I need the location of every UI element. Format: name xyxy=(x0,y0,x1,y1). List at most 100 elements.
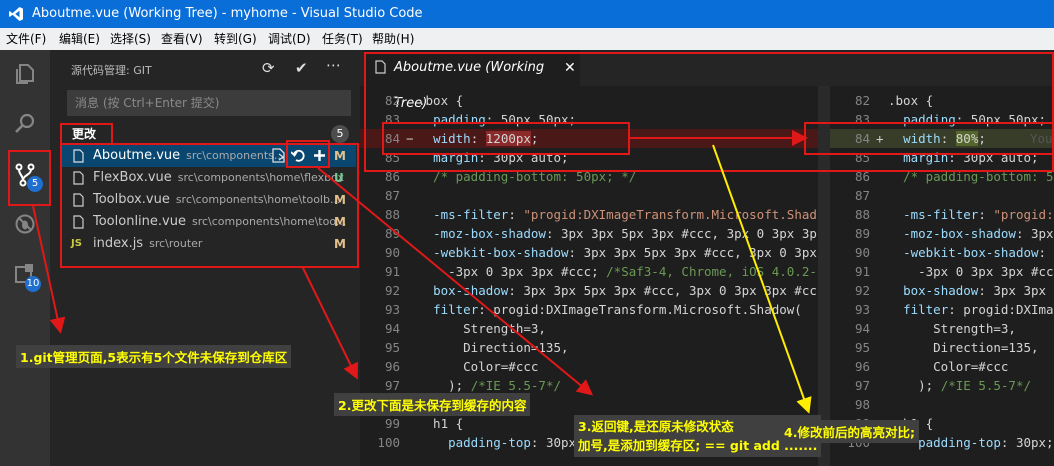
code-line[interactable]: 94 Strength=3, xyxy=(360,319,818,338)
open-file-icon[interactable] xyxy=(272,148,286,163)
bug-icon xyxy=(15,214,35,234)
code-line[interactable]: 82 .box { xyxy=(360,91,818,110)
code-line[interactable]: 89 -moz-box-shadow: 3px xyxy=(830,224,1054,243)
line-code: width: 80%; xyxy=(903,131,986,146)
code-line[interactable]: 87 xyxy=(830,186,1054,205)
file-row-toolbox[interactable]: Toolbox.vue src\components\home\toolb... … xyxy=(60,189,356,211)
code-line[interactable]: 93 filter: progid:DXImag xyxy=(830,300,1054,319)
stage-changes-plus-icon[interactable] xyxy=(313,149,326,162)
activity-scm[interactable]: 5 xyxy=(0,150,50,198)
line-number: 87 xyxy=(854,188,870,203)
code-line[interactable]: 83 padding: 50px 50px; xyxy=(360,110,818,129)
menu-file[interactable]: 文件(F) xyxy=(6,28,46,50)
line-code: /* padding-bottom: 50px; */ xyxy=(418,169,637,184)
line-number: 99 xyxy=(384,416,400,431)
line-code: h1 { xyxy=(418,416,464,431)
code-line[interactable]: 89 -moz-box-shadow: 3px 3px 5px 3px #ccc… xyxy=(360,224,818,243)
code-line[interactable]: 96 Color=#ccc xyxy=(830,357,1054,376)
code-line[interactable]: 90 -webkit-box-shadow: 3 xyxy=(830,243,1054,262)
menu-selection[interactable]: 选择(S) xyxy=(110,28,151,50)
code-line[interactable]: 97 ); /*IE 5.5-7*/ xyxy=(830,376,1054,395)
code-line[interactable]: 85 margin: 30px auto; xyxy=(830,148,1054,167)
line-code: Strength=3, xyxy=(888,321,1016,336)
file-icon xyxy=(73,171,84,185)
code-line[interactable]: 87 xyxy=(360,186,818,205)
file-row-toolonline[interactable]: Toolonline.vue src\components\home\too...… xyxy=(60,211,356,233)
code-line[interactable]: 96 Color=#ccc xyxy=(360,357,818,376)
code-line[interactable]: 95 Direction=135, xyxy=(360,338,818,357)
file-row-aboutme[interactable]: Aboutme.vue src\components... M xyxy=(60,145,356,167)
menu-goto[interactable]: 转到(G) xyxy=(214,28,257,50)
more-actions-icon[interactable]: ⋯ xyxy=(326,56,341,74)
diff-overview-ruler[interactable] xyxy=(818,86,830,466)
code-line[interactable]: 99 h1 { xyxy=(830,414,1054,433)
code-line[interactable]: 86 /* padding-bottom: 50px; */ xyxy=(360,167,818,186)
menu-debug[interactable]: 调试(D) xyxy=(268,28,311,50)
code-line[interactable]: 86 /* padding-bottom: 50 xyxy=(830,167,1054,186)
code-line[interactable]: 100 padding-top: 30px; xyxy=(830,433,1054,452)
line-number: 93 xyxy=(854,302,870,317)
line-number: 97 xyxy=(854,378,870,393)
code-line[interactable]: 91 -3px 0 3px 3px #ccc xyxy=(830,262,1054,281)
tab-bar: Aboutme.vue (Working Tree) ✕ xyxy=(360,50,1054,111)
line-number: 94 xyxy=(854,321,870,336)
diff-modified-pane[interactable]: 82 .box {83 padding: 50px 50px; 84 + width:… xyxy=(830,86,1054,466)
line-number: 87 xyxy=(384,188,400,203)
code-line[interactable]: 92 box-shadow: 3px 3px 5 xyxy=(830,281,1054,300)
code-line[interactable]: 84 + width: 80%; You xyxy=(830,129,1054,148)
code-line[interactable]: 95 Direction=135, xyxy=(830,338,1054,357)
activity-extensions[interactable]: 10 xyxy=(0,250,50,298)
commit-check-icon[interactable]: ✔ xyxy=(295,59,308,77)
title-bar: Aboutme.vue (Working Tree) - myhome - Vi… xyxy=(0,0,1054,28)
ghost-text: You xyxy=(1030,131,1053,146)
line-code: /* padding-bottom: 50 xyxy=(888,169,1054,184)
menu-view[interactable]: 查看(V) xyxy=(161,28,203,50)
changes-group-title[interactable]: 更改 xyxy=(72,125,96,142)
code-line[interactable]: 83 padding: 50px 50px; xyxy=(830,110,1054,129)
extensions-badge: 10 xyxy=(25,276,41,292)
close-tab-icon[interactable]: ✕ xyxy=(564,50,576,86)
code-line[interactable]: 90 -webkit-box-shadow: 3px 3px 5px 3px #… xyxy=(360,243,818,262)
code-line[interactable]: 91 -3px 0 3px 3px #ccc; /*Saf3-4, Chrome… xyxy=(360,262,818,281)
activity-debug[interactable] xyxy=(0,200,50,248)
code-line[interactable]: 88 -ms-filter: "progid:D xyxy=(830,205,1054,224)
activity-search[interactable] xyxy=(0,100,50,148)
code-line[interactable]: 82 .box { xyxy=(830,91,1054,110)
activity-explorer[interactable] xyxy=(0,50,50,98)
menu-tasks[interactable]: 任务(T) xyxy=(322,28,363,50)
scm-sidebar: 源代码管理: GIT ⟳ ✔ ⋯ 更改 5 Aboutme.vue src\com… xyxy=(50,50,360,466)
code-line[interactable]: 92 box-shadow: 3px 3px 5px 3px #ccc, 3px… xyxy=(360,281,818,300)
code-line[interactable]: 97 ); /*IE 5.5-7*/ xyxy=(360,376,818,395)
code-line[interactable]: 98 xyxy=(360,395,818,414)
file-name: index.js xyxy=(93,236,144,251)
added-line-marker: + xyxy=(876,131,884,146)
scm-badge: 5 xyxy=(27,176,43,192)
line-number: 96 xyxy=(384,359,400,374)
tab-aboutme-working-tree[interactable]: Aboutme.vue (Working Tree) ✕ xyxy=(364,50,580,111)
line-code: -ms-filter: "progid:D xyxy=(903,207,1054,222)
file-status: U xyxy=(334,171,344,185)
discard-changes-icon[interactable] xyxy=(291,148,305,163)
code-line[interactable]: 100 padding-top: 30px; xyxy=(360,433,818,452)
commit-message-input[interactable] xyxy=(67,90,351,116)
line-number: 89 xyxy=(384,226,400,241)
menu-help[interactable]: 帮助(H) xyxy=(372,28,414,50)
code-line[interactable]: 93 filter: progid:DXImageTransform.Micro… xyxy=(360,300,818,319)
file-row-flexbox[interactable]: FlexBox.vue src\components\home\flexbox U xyxy=(60,167,356,189)
line-number: 93 xyxy=(384,302,400,317)
line-code: margin: 30px auto; xyxy=(433,150,569,165)
code-line[interactable]: 85 margin: 30px auto; xyxy=(360,148,818,167)
code-line[interactable]: 94 Strength=3, xyxy=(830,319,1054,338)
diff-original-pane[interactable]: 82 .box {83 padding: 50px 50px; 84− width:… xyxy=(360,86,818,466)
code-line[interactable]: 99 h1 { xyxy=(360,414,818,433)
code-line[interactable]: 88 -ms-filter: "progid:DXImageTransform.… xyxy=(360,205,818,224)
code-line[interactable]: 98 xyxy=(830,395,1054,414)
file-path: src\components... xyxy=(186,149,285,162)
file-row-index-js[interactable]: JS index.js src\router M xyxy=(60,233,356,255)
line-number: 85 xyxy=(384,150,400,165)
menu-edit[interactable]: 编辑(E) xyxy=(59,28,100,50)
code-line[interactable]: 84− width: 1200px; xyxy=(360,129,818,148)
line-number: 82 xyxy=(384,93,400,108)
refresh-icon[interactable]: ⟳ xyxy=(262,59,275,77)
line-code: width: 1200px; xyxy=(433,131,539,146)
